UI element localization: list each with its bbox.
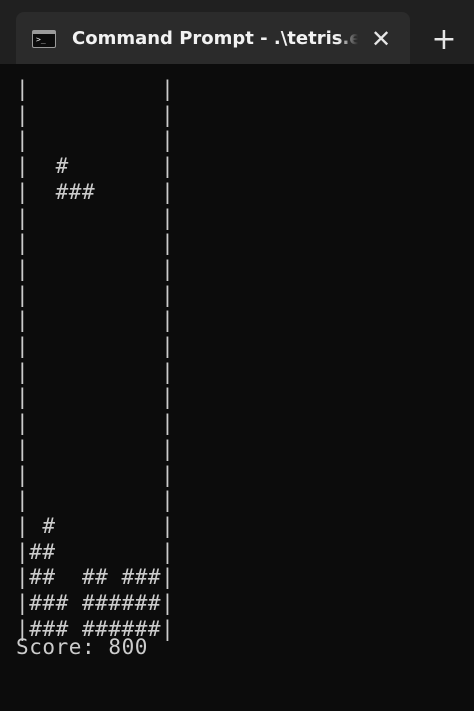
score-value: 800 xyxy=(108,635,148,659)
score-line: Score: 800 xyxy=(16,633,148,661)
close-icon[interactable]: ✕ xyxy=(366,24,396,54)
tab-title: Command Prompt - .\tetris.exe xyxy=(72,28,358,49)
tetris-board: | | | | | | | # | | ### | | | | | | | | … xyxy=(16,77,175,641)
terminal-icon-glyph: >_ xyxy=(36,35,46,44)
terminal-icon: >_ xyxy=(32,30,56,48)
tab-title-fade xyxy=(338,26,358,52)
tab-bar: >_ Command Prompt - .\tetris.exe ✕ + xyxy=(0,0,474,64)
score-label: Score: xyxy=(16,635,96,659)
terminal-output[interactable]: | | | | | | | # | | ### | | | | | | | | … xyxy=(0,64,474,711)
tab-command-prompt[interactable]: >_ Command Prompt - .\tetris.exe ✕ xyxy=(16,12,410,64)
plus-icon[interactable]: + xyxy=(427,23,461,57)
terminal-window: >_ Command Prompt - .\tetris.exe ✕ + | |… xyxy=(0,0,474,711)
